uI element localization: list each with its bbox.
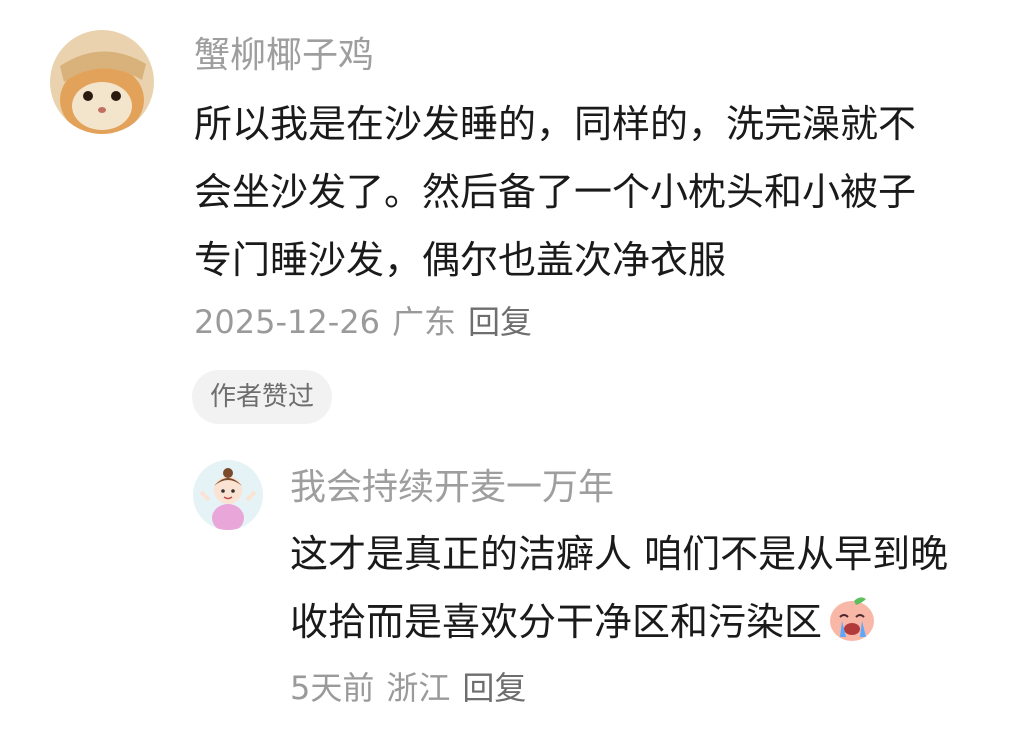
cat-avatar-icon bbox=[50, 30, 154, 134]
reply-meta: 5天前 浙江 回复 bbox=[290, 668, 538, 708]
crying-face-emoji-icon bbox=[826, 595, 878, 664]
comment-meta: 2025-12-26 广东 回复 bbox=[194, 302, 544, 342]
reply-location: 浙江 bbox=[386, 669, 451, 707]
reply-line-text: 收拾而是喜欢分干净区和污染区 bbox=[290, 600, 823, 644]
commenter-username[interactable]: 蟹柳椰子鸡 bbox=[194, 34, 374, 78]
author-liked-badge: 作者赞过 bbox=[192, 370, 333, 424]
commenter-avatar[interactable] bbox=[50, 30, 154, 134]
reply-line: 收拾而是喜欢分干净区和污染区 bbox=[290, 588, 948, 664]
comment-line: 会坐沙发了。然后备了一个小枕头和小被子 bbox=[194, 170, 917, 214]
reply-text: 这才是真正的洁癖人 咱们不是从早到晚 收拾而是喜欢分干净区和污染区 bbox=[290, 520, 948, 664]
reply-date: 5天前 bbox=[290, 669, 375, 707]
comment-text: 所以我是在沙发睡的，同样的，洗完澡就不 会坐沙发了。然后备了一个小枕头和小被子 … bbox=[194, 90, 916, 294]
comment-line: 所以我是在沙发睡的，同样的，洗完澡就不 bbox=[194, 102, 917, 146]
reply-reply-button[interactable]: 回复 bbox=[462, 668, 526, 708]
girl-cartoon-avatar-icon bbox=[193, 460, 263, 530]
comment-line: 专门睡沙发，偶尔也盖次净衣服 bbox=[194, 238, 727, 282]
comment-location: 广东 bbox=[391, 303, 456, 341]
replier-username[interactable]: 我会持续开麦一万年 bbox=[290, 466, 614, 510]
reply-line: 这才是真正的洁癖人 咱们不是从早到晚 bbox=[290, 532, 949, 576]
replier-avatar[interactable] bbox=[193, 460, 263, 530]
reply-button[interactable]: 回复 bbox=[468, 302, 532, 342]
comment-date: 2025-12-26 bbox=[194, 303, 380, 341]
